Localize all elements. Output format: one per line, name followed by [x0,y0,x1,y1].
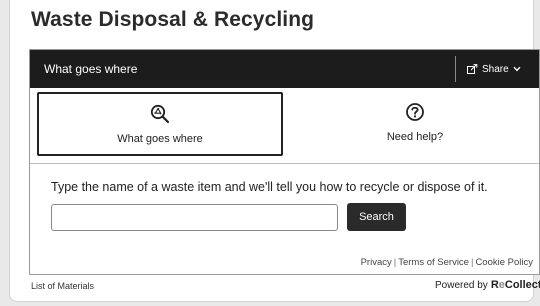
logo-prefix: R [490,279,499,291]
chevron-down-icon [513,66,521,72]
header-divider [455,56,456,82]
privacy-link[interactable]: Privacy [361,257,392,268]
logo-suffix: Collect [504,279,540,291]
widget-header-title: What goes where [44,62,138,76]
link-separator: | [393,257,397,268]
widget-header-bar: What goes where Share [30,50,539,88]
recycle-search-icon [150,104,170,124]
powered-by-label: Powered by [435,279,488,291]
search-button[interactable]: Search [347,203,406,231]
help-circle-icon [405,102,425,122]
tab-what-goes-where[interactable]: What goes where [37,92,283,156]
page-title: Waste Disposal & Recycling [31,8,315,31]
cookie-policy-link[interactable]: Cookie Policy [475,257,533,268]
search-instruction: Type the name of a waste item and we'll … [51,180,488,194]
share-icon [467,64,478,74]
recollect-logo[interactable]: ReCollect [491,279,540,291]
tab-need-help[interactable]: Need help? [292,92,538,156]
share-label: Share [482,63,509,75]
tab-label-what-goes-where: What goes where [117,133,203,145]
card: Waste Disposal & Recycling What goes whe… [9,0,540,302]
list-of-materials-link[interactable]: List of Materials [31,281,94,291]
powered-by: Powered by ReCollect [435,279,540,291]
terms-of-service-link[interactable]: Terms of Service [398,257,469,268]
section-divider [30,163,539,164]
search-input[interactable] [51,204,338,231]
recycle-widget: What goes where Share What goes where Ne… [29,49,540,275]
share-button[interactable]: Share [467,60,521,78]
link-separator: | [470,257,474,268]
footer-links: Privacy | Terms of Service | Cookie Policy [361,257,533,268]
tab-label-need-help: Need help? [386,131,444,143]
